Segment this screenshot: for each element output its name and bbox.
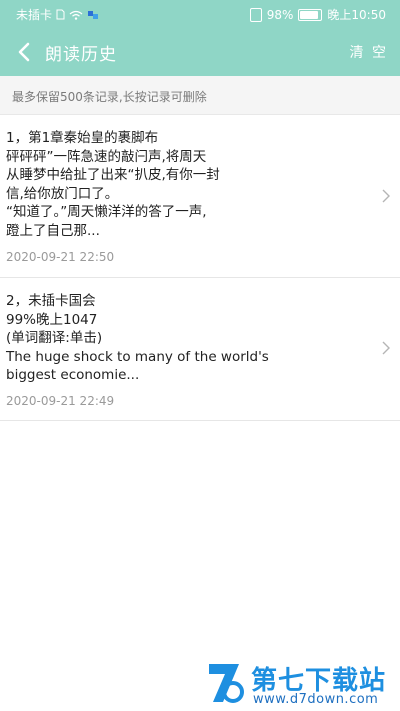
record-date: 2020-09-21 22:49 [6,394,115,408]
history-record[interactable]: 2，未插卡国会 99%晚上1047 (单词翻译:单击) The huge sho… [0,278,400,421]
battery-fill [300,10,319,19]
clock: 晚上10:50 [327,8,386,22]
carrier-label: 未插卡 [16,8,53,22]
back-arrow-icon[interactable] [14,38,36,66]
vibrate-icon [249,7,262,22]
record-date: 2020-09-21 22:50 [6,250,115,264]
record-content: 1，第1章秦始皇的裹脚布 砰砰砰”一阵急速的敲闩声,将周天 从睡梦中给扯了出来“… [6,130,220,239]
watermark: 第七下载站 www.d7down.com [205,660,395,710]
sim-icon [56,9,65,20]
status-bar: 未插卡 98% 晚上10:50 [0,0,400,28]
hint-text: 最多保留500条记录,长按记录可删除 [12,90,207,104]
battery-icon [298,8,323,21]
battery-percent: 98% [266,7,294,22]
watermark-url: www.d7down.com [253,692,379,707]
title-bar: 朗读历史 清 空 [0,28,400,76]
chevron-right-icon [382,189,390,203]
status-right: 98% 晚上10:50 [249,6,386,23]
status-left: 未插卡 [16,6,99,23]
notification-icon [88,10,99,19]
hint-banner: 最多保留500条记录,长按记录可删除 [0,76,400,115]
history-record[interactable]: 1，第1章秦始皇的裹脚布 砰砰砰”一阵急速的敲闩声,将周天 从睡梦中给扯了出来“… [0,115,400,278]
watermark-logo-icon [209,664,244,703]
clear-button[interactable]: 清 空 [350,42,388,62]
page-title: 朗读历史 [45,45,117,65]
record-content: 2，未插卡国会 99%晚上1047 (单词翻译:单击) The huge sho… [6,293,269,383]
wifi-icon [69,10,83,20]
chevron-right-icon [382,341,390,355]
